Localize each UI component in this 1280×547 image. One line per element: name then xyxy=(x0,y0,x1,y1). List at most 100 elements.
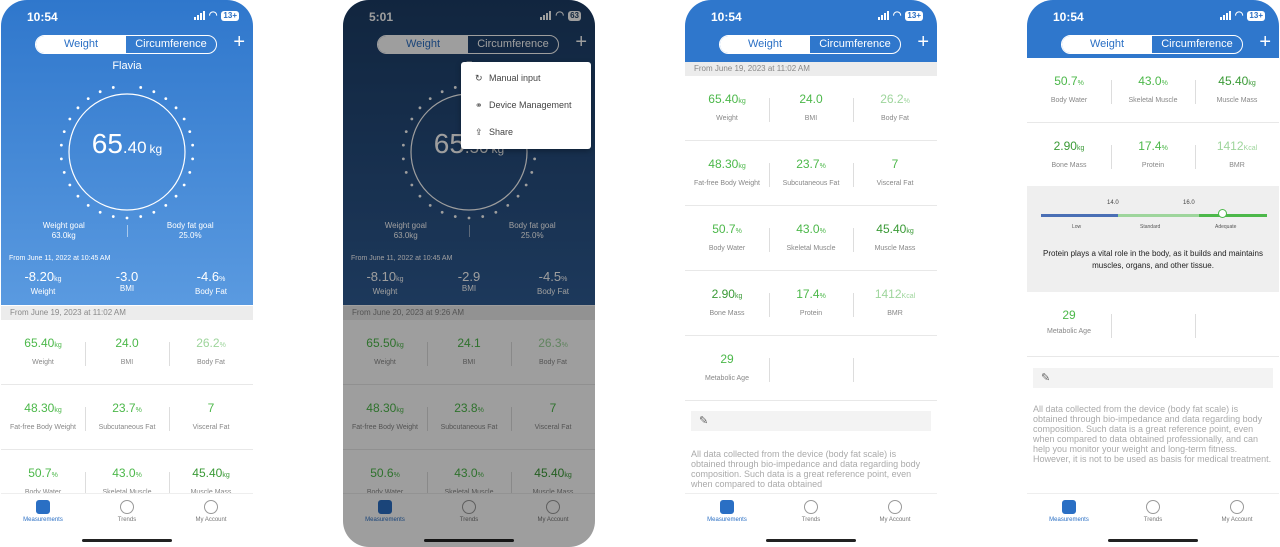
pulse-icon xyxy=(120,500,134,514)
ring-dot xyxy=(174,106,178,110)
tab-circumference[interactable]: Circumference xyxy=(126,36,216,53)
metrics-row: 2.90kg Bone Mass 17.4% Protein 1412Kcal BMR xyxy=(1027,123,1279,188)
threshold-low: 14.0 xyxy=(1107,200,1119,206)
measurement-date: From June 19, 2023 at 11:02 AM xyxy=(1,306,253,320)
metrics-row: 29 Metabolic Age xyxy=(685,336,937,401)
metric-skeletal-muscle[interactable]: 43.0%Skeletal Muscle xyxy=(769,206,853,270)
ring-dot xyxy=(86,203,90,207)
phone-metrics-list: 10:54 ◠ 13+ Weight Circumference + From … xyxy=(685,0,937,547)
metric-muscle-mass[interactable]: 45.40kgMuscle Mass xyxy=(1195,58,1279,122)
tab-measurements[interactable]: Measurements xyxy=(1,494,85,547)
refresh-icon: ↻ xyxy=(475,73,483,83)
range-standard-label: Standard xyxy=(1140,224,1161,230)
metric-body-water[interactable]: 50.7%Body Water xyxy=(1027,58,1111,122)
menu-item-manual-input[interactable]: ↻ Manual input xyxy=(461,65,591,92)
pulse-icon xyxy=(1146,500,1160,514)
shield-icon xyxy=(720,500,734,514)
plus-icon[interactable]: + xyxy=(917,32,929,52)
metrics-grid: 65.40kg Weight 24.0 BMI 26.2% Body Fat 48.30kg… xyxy=(1,320,253,515)
tab-circumference[interactable]: Circumference xyxy=(1152,36,1242,53)
metric-metabolic-age[interactable]: 29 Metabolic Age xyxy=(685,336,769,400)
tab-circumference[interactable]: Circumference xyxy=(810,36,900,53)
protein-marker xyxy=(1217,209,1227,218)
metric-visceral-fat[interactable]: 7 Visceral Fat xyxy=(169,385,253,449)
metric-metabolic-age[interactable]: 29 Metabolic Age xyxy=(1027,292,1111,356)
status-icons: ◠ 13+ xyxy=(1219,10,1265,21)
status-bar: 10:54 ◠ 13+ xyxy=(1027,0,1279,32)
phone-protein-detail: 10:54 ◠ 13+ Weight Circumference + 50.7%… xyxy=(1027,0,1279,547)
phone-add-menu: 5:01 ◠ 63 Weight Circumference + F 65.50… xyxy=(343,0,595,547)
metric-weight[interactable]: 65.40kg Weight xyxy=(1,320,85,384)
tab-my-account[interactable]: My Account xyxy=(1195,494,1279,547)
weight-circumference-toggle: Weight Circumference xyxy=(1061,35,1243,54)
note-icon: ✎ xyxy=(699,415,709,427)
weight-circumference-toggle: Weight Circumference xyxy=(35,35,217,54)
current-weight: 65.40 kg xyxy=(91,128,163,159)
shield-icon xyxy=(36,500,50,514)
tab-weight[interactable]: Weight xyxy=(36,36,126,53)
metric-body-water[interactable]: 50.7%Body Water xyxy=(685,206,769,270)
since-date: From June 11, 2022 at 10:45 AM xyxy=(9,255,111,262)
user-name: Flavia xyxy=(112,60,142,72)
tab-my-account[interactable]: My Account xyxy=(169,494,253,547)
ring-dot xyxy=(125,216,129,220)
metric-bmr[interactable]: 1412Kcal BMR xyxy=(1195,123,1279,187)
range-adequate-label: Adequate xyxy=(1215,224,1237,230)
ring-dot xyxy=(182,117,186,121)
metric-skeletal-muscle[interactable]: 43.0%Skeletal Muscle xyxy=(1111,58,1195,122)
plus-icon[interactable]: + xyxy=(1259,32,1271,52)
ring-dot xyxy=(139,86,143,89)
person-icon xyxy=(204,500,218,514)
ring-dot xyxy=(152,90,156,94)
status-bar: 10:54 ◠ 13+ xyxy=(685,0,937,32)
range-low-label: Low xyxy=(1072,224,1082,230)
metric-fat-free-body-weight[interactable]: 48.30kg Fat-free Body Weight xyxy=(685,141,769,205)
shield-icon xyxy=(1062,500,1076,514)
note-button[interactable]: ✎ xyxy=(691,411,931,431)
home-indicator xyxy=(82,539,172,542)
protein-detail-panel: 14.0 16.0 Low Standard Adequate Protein … xyxy=(1027,186,1279,292)
metric-bmi[interactable]: 24.0 BMI xyxy=(769,76,853,140)
menu-item-share[interactable]: ⇪ Share xyxy=(461,119,591,146)
note-button[interactable]: ✎ xyxy=(1033,368,1273,388)
metric-protein[interactable]: 17.4% Protein xyxy=(769,271,853,335)
add-menu: ↻ Manual input ⚭ Device Management ⇪ Share xyxy=(461,62,591,149)
metric-bone-mass[interactable]: 2.90kg Bone Mass xyxy=(685,271,769,335)
ring-dot xyxy=(164,97,168,101)
share-icon: ⇪ xyxy=(475,127,483,137)
clock: 10:54 xyxy=(711,10,742,24)
wifi-icon: ◠ xyxy=(892,10,902,21)
metric-bmi[interactable]: 24.0 BMI xyxy=(85,320,169,384)
metric-subcutaneous-fat[interactable]: 23.7% Subcutaneous Fat xyxy=(85,385,169,449)
delta-weight: -8.20kg Weight xyxy=(24,269,62,297)
tab-my-account[interactable]: My Account xyxy=(853,494,937,547)
note-icon: ✎ xyxy=(1041,372,1051,384)
goals-row: Weight goal 63.0kg Body fat goal 25.0% xyxy=(1,221,253,241)
status-icons: ◠ 13+ xyxy=(877,10,923,21)
metric-bone-mass[interactable]: 2.90kg Bone Mass xyxy=(1027,123,1111,187)
ring-dot xyxy=(188,170,192,174)
metrics-row: 2.90kg Bone Mass 17.4% Protein 1412Kcal BMR xyxy=(685,271,937,336)
tab-weight[interactable]: Weight xyxy=(1062,36,1152,53)
ring-dot xyxy=(139,215,143,218)
clock: 10:54 xyxy=(27,10,58,24)
metric-visceral-fat[interactable]: 7 Visceral Fat xyxy=(853,141,937,205)
tab-weight[interactable]: Weight xyxy=(720,36,810,53)
tab-measurements[interactable]: Measurements xyxy=(1027,494,1111,547)
delta-body-fat: -4.6% Body Fat xyxy=(194,269,227,297)
metric-subcutaneous-fat[interactable]: 23.7% Subcutaneous Fat xyxy=(769,141,853,205)
tab-measurements[interactable]: Measurements xyxy=(685,494,769,547)
metric-bmr[interactable]: 1412Kcal BMR xyxy=(853,271,937,335)
metric-muscle-mass[interactable]: 45.40kgMuscle Mass xyxy=(853,206,937,270)
metric-fat-free-body-weight[interactable]: 48.30kg Fat-free Body Weight xyxy=(1,385,85,449)
weight-goal[interactable]: Weight goal 63.0kg xyxy=(1,221,127,241)
plus-icon[interactable]: + xyxy=(233,32,245,52)
battery-icon: 13+ xyxy=(221,10,239,21)
metric-body-fat[interactable]: 26.2% Body Fat xyxy=(169,320,253,384)
metric-body-fat[interactable]: 26.2% Body Fat xyxy=(853,76,937,140)
ring-dot xyxy=(62,170,66,174)
body-fat-goal[interactable]: Body fat goal 25.0% xyxy=(128,221,254,241)
metric-weight[interactable]: 65.40kg Weight xyxy=(685,76,769,140)
metric-protein[interactable]: 17.4% Protein xyxy=(1111,123,1195,187)
menu-item-device-management[interactable]: ⚭ Device Management xyxy=(461,92,591,119)
